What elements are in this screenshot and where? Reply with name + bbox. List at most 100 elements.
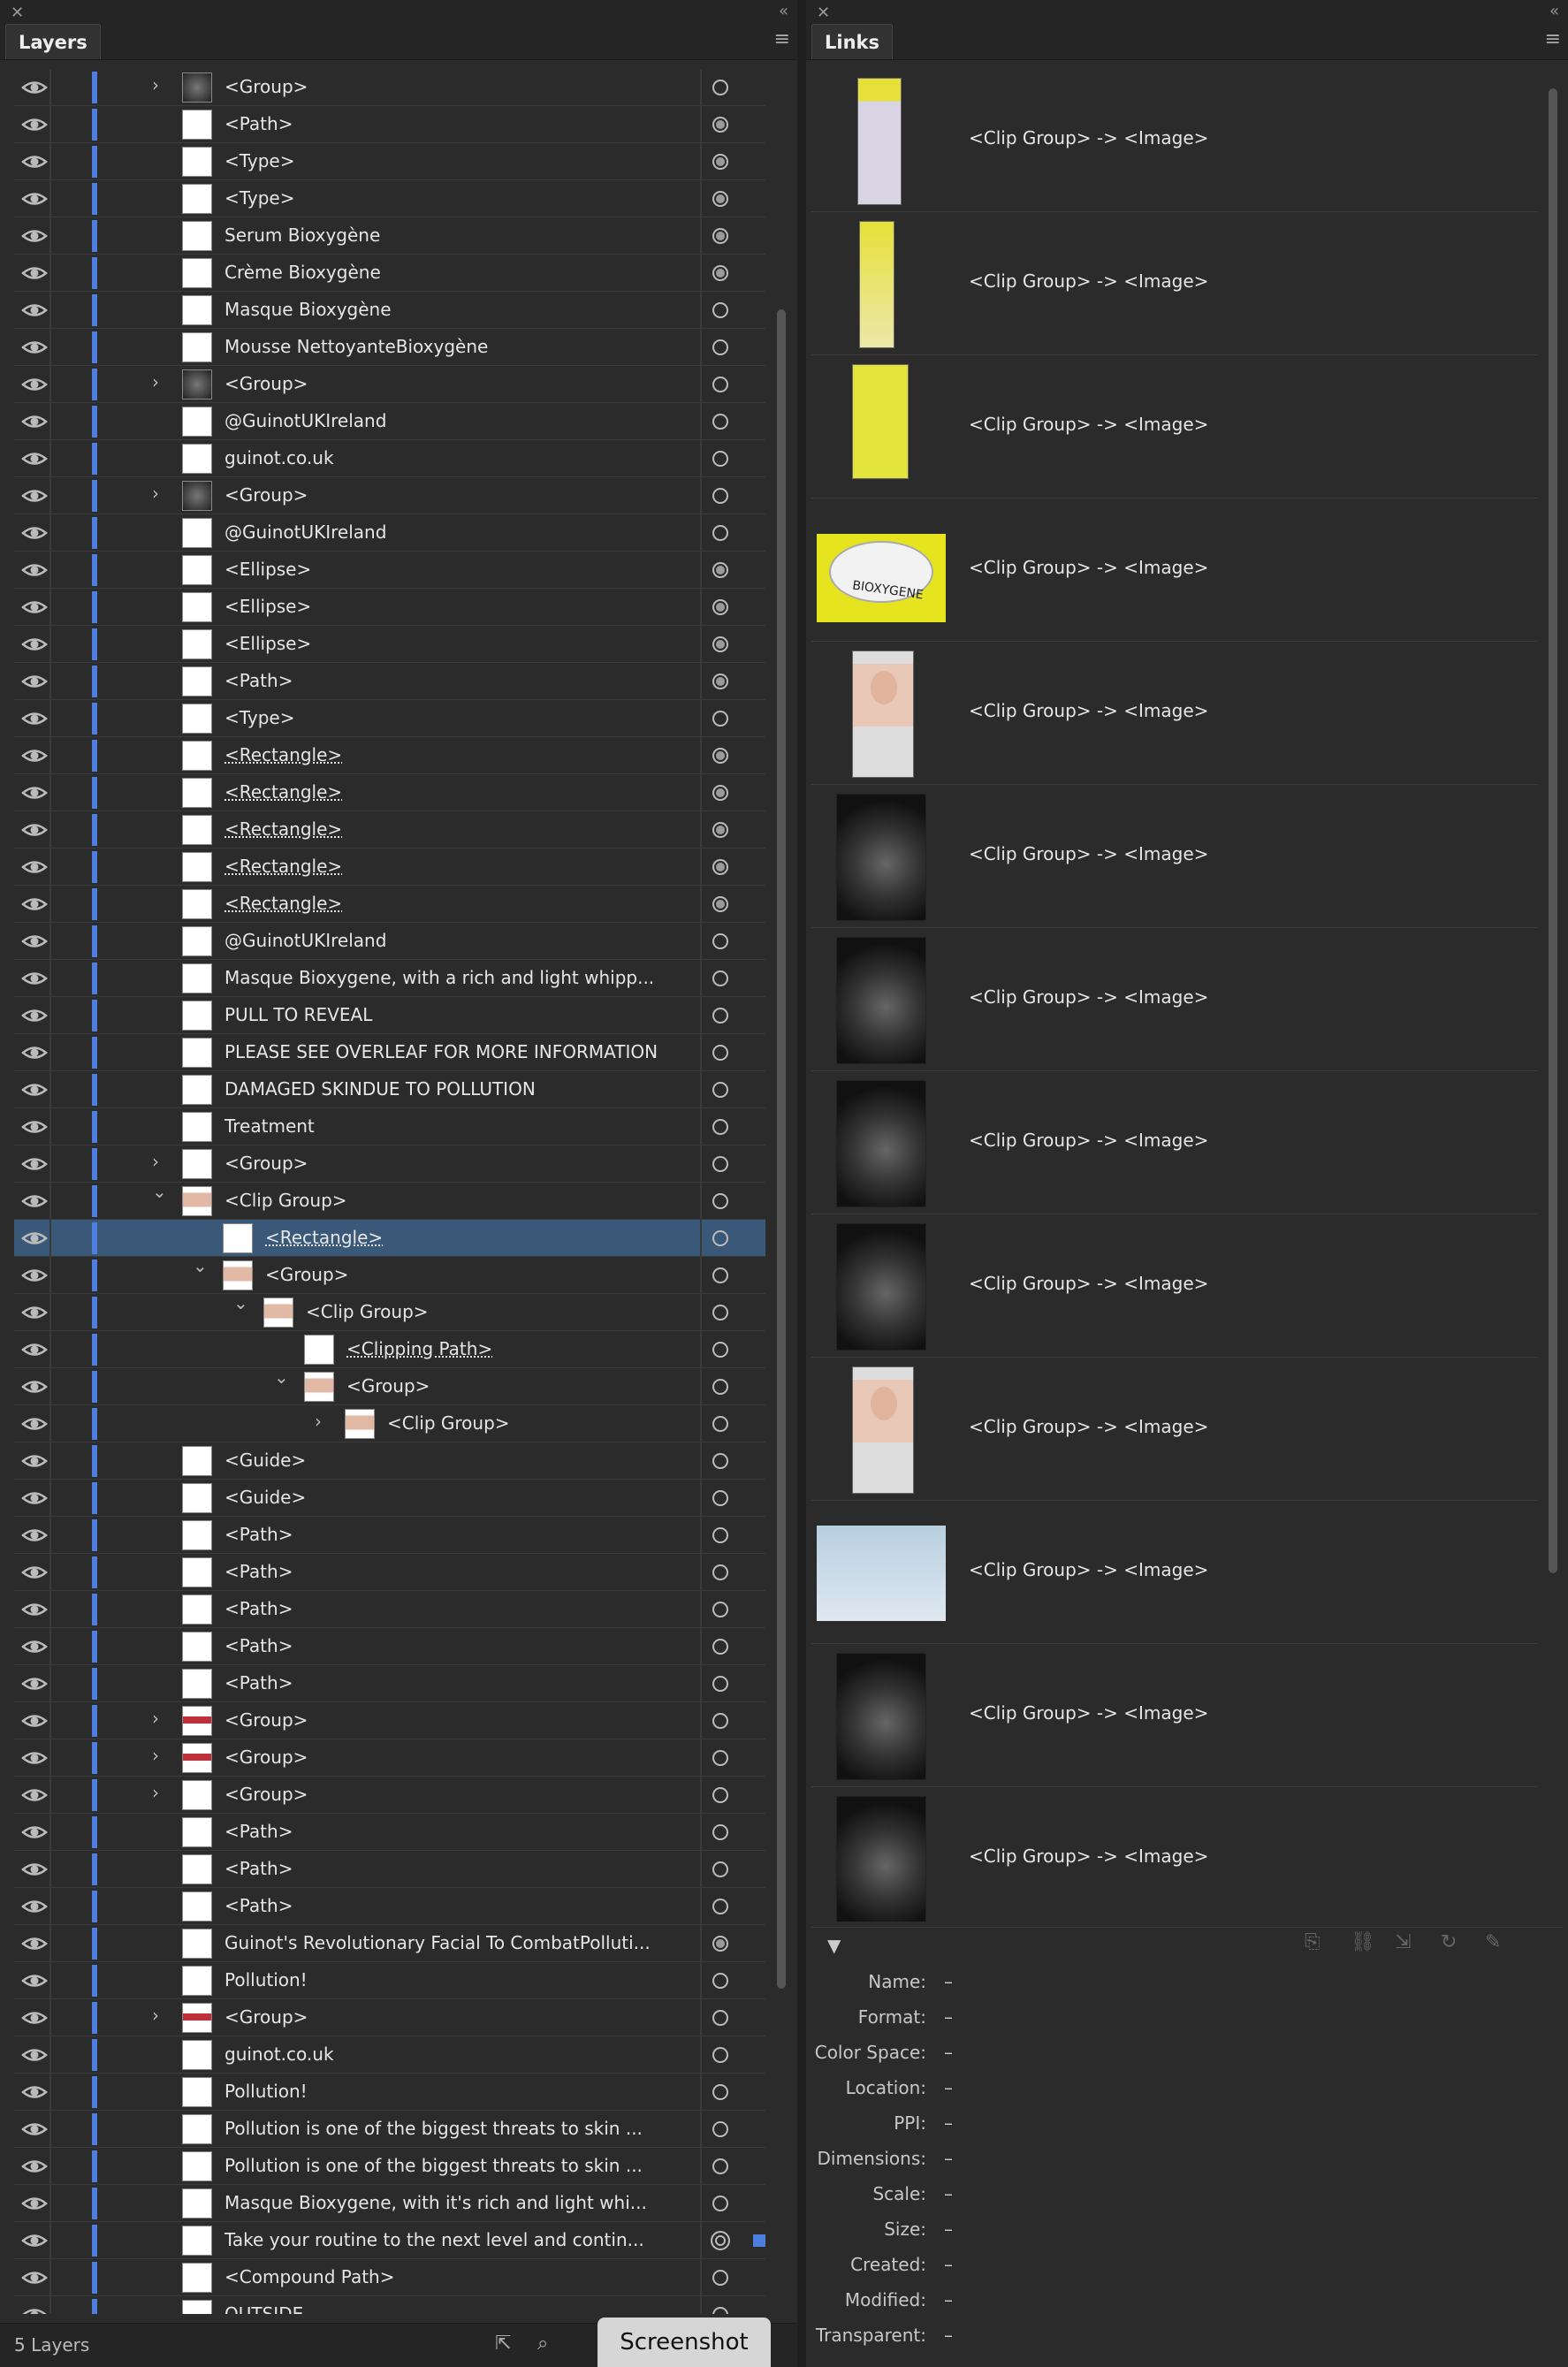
- target-circle-icon[interactable]: [712, 822, 728, 838]
- lock-column[interactable]: [49, 1108, 51, 1145]
- layer-name[interactable]: Guinot's Revolutionary Facial To CombatP…: [225, 1932, 651, 1953]
- eye-icon[interactable]: [21, 670, 48, 693]
- layer-name[interactable]: <Group>: [225, 1784, 308, 1805]
- layer-name[interactable]: <Ellipse>: [225, 633, 311, 654]
- eye-icon[interactable]: [21, 1524, 48, 1547]
- layer-row[interactable]: <Path>: [14, 1851, 765, 1888]
- chevron-right-icon[interactable]: ›: [152, 1782, 159, 1803]
- lock-column[interactable]: [49, 589, 51, 626]
- eye-icon[interactable]: [21, 1709, 48, 1732]
- layer-row[interactable]: Mousse NettoyanteBioxygène: [14, 329, 765, 366]
- lock-column[interactable]: [49, 1480, 51, 1517]
- target-circle-icon[interactable]: [712, 748, 728, 764]
- target-circle-icon[interactable]: [712, 228, 728, 244]
- layer-name[interactable]: <Type>: [225, 707, 294, 728]
- lock-column[interactable]: [49, 737, 51, 774]
- lock-column[interactable]: [49, 1034, 51, 1071]
- target-circle-icon[interactable]: [712, 1008, 728, 1024]
- lock-column[interactable]: [49, 1145, 51, 1183]
- layer-row[interactable]: ⌄ <Group>: [14, 1255, 765, 1294]
- close-icon[interactable]: ✕: [11, 4, 24, 22]
- target-circle-icon[interactable]: [712, 1564, 728, 1580]
- panel-menu-icon[interactable]: ≡: [774, 28, 790, 50]
- lock-column[interactable]: [49, 626, 51, 663]
- layer-row[interactable]: <Rectangle>: [14, 811, 765, 849]
- chevron-down-icon[interactable]: ⌄: [233, 1292, 248, 1313]
- layer-row[interactable]: <Path>: [14, 106, 765, 143]
- layer-row[interactable]: <Rectangle>: [14, 886, 765, 923]
- lock-column[interactable]: [49, 514, 51, 552]
- lock-column[interactable]: [49, 2148, 51, 2185]
- lock-column[interactable]: [49, 960, 51, 997]
- layer-name[interactable]: PULL TO REVEAL: [225, 1004, 372, 1025]
- target-circle-icon[interactable]: [712, 451, 728, 467]
- link-item[interactable]: <Clip Group> -> <Image>: [811, 1358, 1538, 1501]
- lock-column[interactable]: [49, 1962, 51, 1999]
- lock-column[interactable]: [49, 1517, 51, 1554]
- lock-column[interactable]: [49, 886, 51, 923]
- eye-icon[interactable]: [21, 1115, 48, 1138]
- eye-icon[interactable]: [21, 262, 48, 285]
- eye-icon[interactable]: [21, 1821, 48, 1844]
- layer-name[interactable]: <Path>: [225, 1598, 293, 1619]
- layer-name[interactable]: <Group>: [265, 1264, 348, 1285]
- layer-name[interactable]: <Type>: [225, 150, 294, 171]
- target-circle-icon[interactable]: [712, 191, 728, 207]
- layer-row[interactable]: <Path>: [14, 1554, 765, 1591]
- layer-name[interactable]: <Path>: [225, 1672, 293, 1693]
- layer-name[interactable]: <Rectangle>: [225, 781, 342, 803]
- target-circle-icon[interactable]: [712, 933, 728, 949]
- target-circle-icon[interactable]: [712, 1602, 728, 1617]
- target-circle-icon[interactable]: [712, 1267, 728, 1283]
- layer-row[interactable]: › <Group>: [14, 1777, 765, 1814]
- chevron-right-icon[interactable]: ›: [152, 2005, 159, 2026]
- eye-icon[interactable]: [21, 2006, 48, 2029]
- eye-icon[interactable]: [21, 521, 48, 544]
- target-circle-icon[interactable]: [712, 2158, 728, 2174]
- eye-icon[interactable]: [21, 447, 48, 470]
- eye-icon[interactable]: [21, 967, 48, 990]
- layer-name[interactable]: <Group>: [225, 2006, 308, 2028]
- lock-column[interactable]: [49, 1999, 51, 2036]
- layer-row[interactable]: guinot.co.uk: [14, 440, 765, 477]
- lock-column[interactable]: [49, 552, 51, 589]
- lock-column[interactable]: [49, 1628, 51, 1665]
- target-circle-icon[interactable]: [712, 1119, 728, 1135]
- link-item[interactable]: <Clip Group> -> <Image>: [811, 785, 1538, 928]
- relink-from-cc-icon[interactable]: ⎘: [1305, 1931, 1321, 1953]
- layer-row[interactable]: @GuinotUKIreland: [14, 923, 765, 960]
- layer-row[interactable]: › <Group>: [14, 69, 765, 106]
- layer-row[interactable]: Masque Bioxygene, with a rich and light …: [14, 960, 765, 997]
- layer-name[interactable]: <Guide>: [225, 1487, 306, 1508]
- eye-icon[interactable]: [21, 930, 48, 953]
- collapse-icon[interactable]: «: [779, 2, 788, 20]
- layer-name[interactable]: <Group>: [225, 1747, 308, 1768]
- layer-row[interactable]: › <Group>: [14, 1702, 765, 1739]
- layer-name[interactable]: Crème Bioxygène: [225, 262, 381, 283]
- eye-icon[interactable]: [21, 1969, 48, 1992]
- layer-name[interactable]: <Rectangle>: [225, 744, 342, 765]
- target-circle-icon[interactable]: [712, 1193, 728, 1209]
- eye-icon[interactable]: [21, 1635, 48, 1658]
- target-circle-icon[interactable]: [712, 154, 728, 170]
- target-circle-icon[interactable]: [712, 2010, 728, 2026]
- lock-column[interactable]: [49, 143, 51, 180]
- layer-row[interactable]: <Path>: [14, 1888, 765, 1925]
- lock-column[interactable]: [49, 1257, 51, 1294]
- eye-icon[interactable]: [21, 1078, 48, 1101]
- eye-icon[interactable]: [21, 1747, 48, 1770]
- eye-icon[interactable]: [21, 2044, 48, 2066]
- layer-row[interactable]: › <Group>: [14, 1739, 765, 1777]
- layer-name[interactable]: <Type>: [225, 187, 294, 209]
- target-circle-icon[interactable]: [712, 1156, 728, 1172]
- lock-column[interactable]: [49, 1554, 51, 1591]
- layer-name[interactable]: @GuinotUKIreland: [225, 930, 386, 951]
- layer-row[interactable]: OUTSIDE: [14, 2296, 765, 2314]
- lock-column[interactable]: [49, 2074, 51, 2111]
- eye-icon[interactable]: [21, 225, 48, 247]
- layer-name[interactable]: Masque Bioxygène: [225, 299, 392, 320]
- layer-name[interactable]: Masque Bioxygene, with a rich and light …: [225, 967, 654, 988]
- eye-icon[interactable]: [21, 76, 48, 99]
- eye-icon[interactable]: [21, 1041, 48, 1064]
- eye-icon[interactable]: [21, 2118, 48, 2141]
